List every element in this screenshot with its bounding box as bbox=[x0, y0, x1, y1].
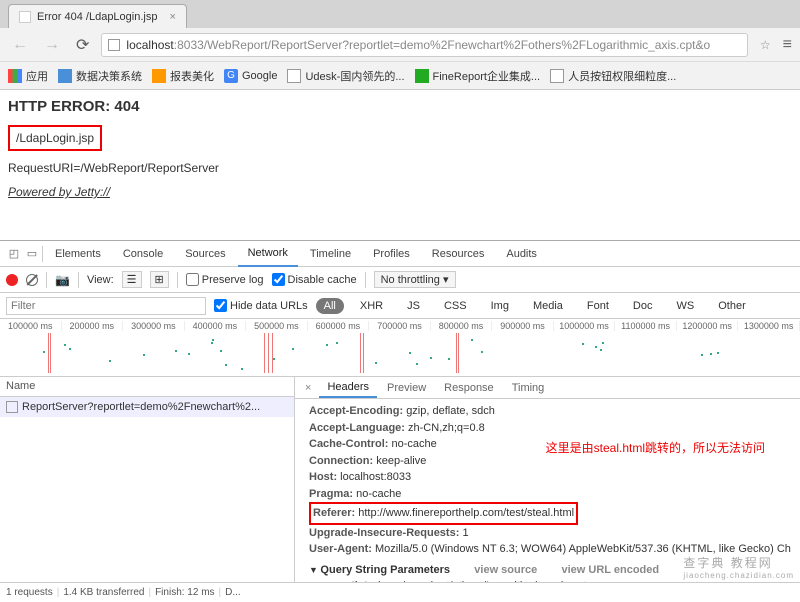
network-main: Name ReportServer?reportlet=demo%2Fnewch… bbox=[0, 377, 800, 582]
query-params-section[interactable]: Query String Parameters view source view… bbox=[309, 562, 786, 579]
url-host: localhost bbox=[126, 38, 173, 52]
tab-timing[interactable]: Timing bbox=[504, 379, 553, 397]
tab-resources[interactable]: Resources bbox=[422, 242, 495, 266]
filter-input[interactable] bbox=[6, 297, 206, 315]
tab-elements[interactable]: Elements bbox=[45, 242, 111, 266]
request-row[interactable]: ReportServer?reportlet=demo%2Fnewchart%2… bbox=[0, 397, 294, 417]
detail-tabs: × Headers Preview Response Timing bbox=[295, 377, 800, 399]
back-button[interactable]: ← bbox=[8, 34, 32, 56]
close-detail-icon[interactable]: × bbox=[299, 382, 317, 394]
filter-css[interactable]: CSS bbox=[436, 298, 475, 314]
bookmark-item[interactable]: GGoogle bbox=[224, 69, 277, 83]
preserve-log-checkbox[interactable]: Preserve log bbox=[186, 273, 264, 286]
bookmark-icon bbox=[58, 69, 72, 83]
separator bbox=[42, 246, 43, 262]
powered-by-link[interactable]: Powered by Jetty:// bbox=[8, 185, 792, 199]
filter-font[interactable]: Font bbox=[579, 298, 617, 314]
filter-js[interactable]: JS bbox=[399, 298, 428, 314]
new-tab-button[interactable] bbox=[187, 20, 203, 28]
bookmark-icon: G bbox=[224, 69, 238, 83]
bookmark-item[interactable]: 人员按钮权限细粒度... bbox=[550, 68, 676, 84]
tab-audits[interactable]: Audits bbox=[496, 242, 547, 266]
filter-other[interactable]: Other bbox=[710, 298, 754, 314]
request-name: ReportServer?reportlet=demo%2Fnewchart%2… bbox=[22, 401, 260, 413]
bookmark-icon bbox=[287, 69, 301, 83]
annotation-text: 这里是由steal.html跳转的，所以无法访问 bbox=[546, 439, 765, 457]
browser-tab-bar: Error 404 /LdapLogin.jsp × bbox=[0, 0, 800, 28]
hide-data-urls-checkbox[interactable]: Hide data URLs bbox=[214, 299, 308, 312]
favicon-icon bbox=[19, 11, 31, 23]
bookmark-star-icon[interactable]: ☆ bbox=[756, 38, 775, 52]
capture-icon[interactable]: 📷 bbox=[55, 273, 70, 287]
browser-tab[interactable]: Error 404 /LdapLogin.jsp × bbox=[8, 4, 187, 28]
tab-response[interactable]: Response bbox=[436, 379, 502, 397]
filter-all[interactable]: All bbox=[316, 298, 344, 314]
bookmark-item[interactable]: FineReport企业集成... bbox=[415, 68, 541, 84]
status-dom: D... bbox=[225, 587, 241, 598]
tab-title: Error 404 /LdapLogin.jsp bbox=[37, 11, 157, 23]
disable-cache-checkbox[interactable]: Disable cache bbox=[272, 273, 357, 286]
filter-ws[interactable]: WS bbox=[668, 298, 702, 314]
chrome-menu-icon[interactable]: ≡ bbox=[783, 36, 792, 54]
status-requests: 1 requests bbox=[6, 587, 53, 598]
file-icon bbox=[6, 401, 18, 413]
filter-img[interactable]: Img bbox=[483, 298, 517, 314]
request-uri-line: RequestURI=/WebReport/ReportServer bbox=[8, 161, 792, 175]
tab-network[interactable]: Network bbox=[238, 241, 298, 267]
record-button[interactable] bbox=[6, 274, 18, 286]
device-icon[interactable]: ▭ bbox=[24, 246, 40, 262]
forward-button[interactable]: → bbox=[40, 34, 64, 56]
tab-headers[interactable]: Headers bbox=[319, 378, 377, 398]
filter-bar: Hide data URLs All XHR JS CSS Img Media … bbox=[0, 293, 800, 319]
apps-button[interactable]: 应用 bbox=[8, 68, 48, 84]
reload-button[interactable]: ⟳ bbox=[72, 33, 93, 57]
bookmarks-bar: 应用 数据决策系统 报表美化 GGoogle Udesk-国内领先的... Fi… bbox=[0, 62, 800, 90]
filter-doc[interactable]: Doc bbox=[625, 298, 661, 314]
tab-console[interactable]: Console bbox=[113, 242, 173, 266]
apps-icon bbox=[8, 69, 22, 83]
tab-preview[interactable]: Preview bbox=[379, 379, 434, 397]
bookmark-item[interactable]: 报表美化 bbox=[152, 68, 214, 84]
view-source-link[interactable]: view source bbox=[474, 564, 537, 576]
page-icon bbox=[108, 39, 120, 51]
referer-highlight: Referer: http://www.finereporthelp.com/t… bbox=[309, 502, 578, 525]
url-input[interactable]: localhost:8033/WebReport/ReportServer?re… bbox=[101, 33, 747, 57]
throttling-select[interactable]: No throttling ▾ bbox=[374, 271, 456, 288]
tab-profiles[interactable]: Profiles bbox=[363, 242, 420, 266]
status-finish: Finish: 12 ms bbox=[155, 587, 214, 598]
tab-sources[interactable]: Sources bbox=[175, 242, 235, 266]
network-toolbar: 📷 View: ☰ ⊞ Preserve log Disable cache N… bbox=[0, 267, 800, 293]
headers-panel: 这里是由steal.html跳转的，所以无法访问 Accept-Encoding… bbox=[295, 399, 800, 582]
name-column-header[interactable]: Name bbox=[0, 377, 294, 397]
bookmark-icon bbox=[415, 69, 429, 83]
filter-media[interactable]: Media bbox=[525, 298, 571, 314]
request-list: Name ReportServer?reportlet=demo%2Fnewch… bbox=[0, 377, 295, 582]
devtools-panel: ◰ ▭ Elements Console Sources Network Tim… bbox=[0, 240, 800, 602]
error-path-highlight: /LdapLogin.jsp bbox=[8, 125, 102, 151]
error-heading: HTTP ERROR: 404 bbox=[8, 98, 792, 115]
bookmark-icon bbox=[550, 69, 564, 83]
view-large-button[interactable]: ⊞ bbox=[150, 271, 169, 288]
address-bar: ← → ⟳ localhost:8033/WebReport/ReportSer… bbox=[0, 28, 800, 62]
close-tab-icon[interactable]: × bbox=[169, 11, 175, 23]
view-list-button[interactable]: ☰ bbox=[122, 271, 142, 288]
view-label: View: bbox=[87, 274, 114, 286]
url-path: :8033/WebReport/ReportServer?reportlet=d… bbox=[174, 38, 710, 52]
bookmark-icon bbox=[152, 69, 166, 83]
bookmark-item[interactable]: 数据决策系统 bbox=[58, 68, 142, 84]
inspect-icon[interactable]: ◰ bbox=[6, 246, 22, 262]
status-transferred: 1.4 KB transferred bbox=[63, 587, 144, 598]
page-content: HTTP ERROR: 404 /LdapLogin.jsp RequestUR… bbox=[0, 90, 800, 207]
status-bar: 1 requests | 1.4 KB transferred | Finish… bbox=[0, 582, 800, 602]
tab-timeline[interactable]: Timeline bbox=[300, 242, 361, 266]
view-url-encoded-link[interactable]: view URL encoded bbox=[562, 564, 660, 576]
clear-button[interactable] bbox=[26, 274, 38, 286]
request-detail: × Headers Preview Response Timing 这里是由st… bbox=[295, 377, 800, 582]
filter-xhr[interactable]: XHR bbox=[352, 298, 391, 314]
devtools-tabs: ◰ ▭ Elements Console Sources Network Tim… bbox=[0, 241, 800, 267]
bookmark-item[interactable]: Udesk-国内领先的... bbox=[287, 68, 404, 84]
timeline-overview[interactable]: 100000 ms200000 ms300000 ms400000 ms5000… bbox=[0, 319, 800, 377]
